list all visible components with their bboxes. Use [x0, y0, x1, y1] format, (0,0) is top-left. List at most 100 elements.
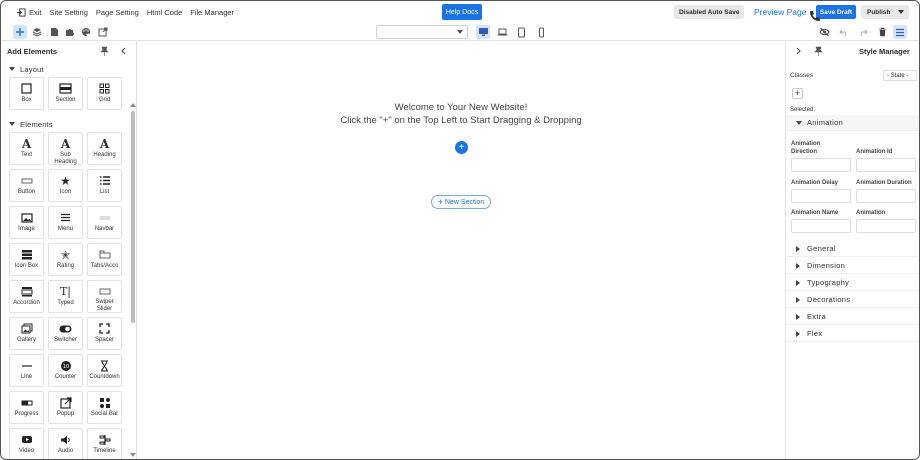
element-sub-heading[interactable]: A Sub Heading [48, 132, 83, 165]
element-heading[interactable]: A Heading [87, 132, 122, 165]
pin-icon[interactable] [814, 46, 823, 56]
element-button[interactable]: Button [9, 169, 44, 202]
layout-section-header[interactable]: Layout [1, 61, 136, 77]
element-box[interactable]: Box [9, 77, 44, 110]
element-label: Box [21, 97, 32, 103]
element-label: Audio [57, 448, 74, 454]
chevron-left-icon[interactable] [120, 47, 126, 55]
element-accordion[interactable]: Accordion [9, 280, 44, 313]
element-text[interactable]: A Text [9, 132, 44, 165]
element-grid[interactable]: Grid [87, 77, 122, 110]
preview-page-link[interactable]: Preview Page [754, 5, 806, 19]
element-navbar[interactable]: Navbar [87, 206, 122, 239]
section-title: Extra [807, 312, 827, 321]
state-select[interactable]: - State - [883, 70, 917, 81]
laptop-view-icon[interactable] [495, 25, 509, 39]
animation-direction-input[interactable] [791, 158, 851, 172]
element-switcher[interactable]: Switcher [48, 317, 83, 350]
undo-icon[interactable] [837, 25, 851, 39]
add-class-button[interactable]: + [792, 88, 803, 99]
star-icon: ★ [60, 173, 71, 188]
element-list[interactable]: List [87, 169, 122, 202]
element-typed[interactable]: T| Typed [48, 280, 83, 313]
element-label: Spacer [94, 337, 114, 343]
element-line[interactable]: Line [9, 354, 44, 387]
element-label: Rating [56, 263, 75, 269]
external-link-icon[interactable] [96, 25, 110, 39]
save-draft-button[interactable]: Save Draft [816, 5, 856, 19]
mobile-view-icon[interactable] [534, 25, 548, 39]
visibility-off-icon[interactable] [817, 25, 831, 39]
pages-icon[interactable] [47, 25, 61, 39]
element-rating[interactable]: ✭ Rating [48, 243, 83, 276]
element-swiper-slider[interactable]: Swiper Slider [87, 280, 122, 313]
animation-section-title: Animation [807, 118, 844, 127]
animation-id-input[interactable] [856, 158, 916, 172]
animation-duration-input[interactable] [856, 189, 916, 203]
image-icon [20, 211, 34, 224]
decorations-section-header[interactable]: Decorations [786, 292, 919, 308]
tablet-view-icon[interactable] [514, 25, 528, 39]
elements-grid: A Text A Sub Heading A Heading Button ★ Icon… [1, 132, 136, 459]
site-setting-menu[interactable]: Site Setting [50, 1, 88, 23]
element-menu[interactable]: Menu [48, 206, 83, 239]
element-gallery[interactable]: Gallery [9, 317, 44, 350]
new-section-button[interactable]: + New Section [431, 195, 491, 209]
add-block-button[interactable]: + [455, 141, 468, 154]
layers-icon[interactable] [30, 25, 44, 39]
page-setting-menu[interactable]: Page Setting [96, 1, 139, 23]
animation-section-header[interactable]: Animation [786, 115, 919, 131]
pin-icon[interactable] [100, 46, 109, 56]
extra-section-header[interactable]: Extra [786, 309, 919, 325]
html-code-menu[interactable]: Html Code [147, 1, 182, 23]
element-icon[interactable]: ★ Icon [48, 169, 83, 202]
editor-canvas[interactable]: Welcome to Your New Website! Click the "… [137, 41, 785, 459]
help-docs-button[interactable]: Help Docs [442, 4, 482, 20]
add-elements-icon[interactable] [13, 25, 27, 39]
puzzle-icon[interactable] [63, 25, 77, 39]
scroll-down-arrow[interactable] [130, 453, 136, 457]
style-manager-icon[interactable] [893, 25, 907, 39]
scrollbar-thumb[interactable] [131, 111, 135, 323]
chevron-right-icon[interactable] [796, 47, 802, 55]
desktop-view-icon[interactable] [476, 25, 490, 39]
publish-button[interactable]: Publish [861, 5, 909, 19]
accordion-icon [20, 285, 34, 298]
animation-name-input[interactable] [791, 219, 851, 233]
element-social-bar[interactable]: Social Bar [87, 391, 122, 424]
element-label: List [99, 189, 110, 195]
scroll-up-arrow[interactable] [130, 103, 136, 107]
element-counter[interactable]: 10 Counter [48, 354, 83, 387]
animation-input[interactable] [856, 219, 916, 233]
elements-section-header[interactable]: Elements [1, 116, 136, 132]
svg-text:10: 10 [62, 364, 68, 370]
element-video[interactable]: Video [9, 428, 44, 459]
file-manager-menu[interactable]: File Manager [190, 1, 234, 23]
element-audio[interactable]: Audio [48, 428, 83, 459]
element-countdown[interactable]: Countdown [87, 354, 122, 387]
redo-icon[interactable] [856, 25, 870, 39]
chevron-down-icon[interactable] [898, 10, 904, 14]
element-popup[interactable]: Popup [48, 391, 83, 424]
element-icon-box[interactable]: Icon Box [9, 243, 44, 276]
palette-icon[interactable] [79, 25, 93, 39]
element-label: Image [18, 226, 35, 232]
section-title: Dimension [807, 261, 846, 270]
element-section[interactable]: Section [48, 77, 83, 110]
counter-icon: 10 [59, 359, 73, 372]
trash-icon[interactable] [875, 25, 889, 39]
typography-section-header[interactable]: Typography [786, 275, 919, 291]
animation-delay-input[interactable] [791, 189, 851, 203]
general-section-header[interactable]: General [786, 241, 919, 257]
element-progress[interactable]: Progress [9, 391, 44, 424]
phone-icon[interactable] [809, 10, 821, 22]
device-select[interactable] [376, 25, 468, 39]
dimension-section-header[interactable]: Dimension [786, 258, 919, 274]
element-tabs[interactable]: Tabs/Acco [87, 243, 122, 276]
exit-button[interactable]: Exit [17, 1, 42, 23]
element-timeline[interactable]: Timeline [87, 428, 122, 459]
flex-section-header[interactable]: Flex [786, 326, 919, 342]
element-image[interactable]: Image [9, 206, 44, 239]
auto-save-toggle[interactable]: Disabled Auto Save [674, 5, 745, 19]
element-spacer[interactable]: Spacer [87, 317, 122, 350]
